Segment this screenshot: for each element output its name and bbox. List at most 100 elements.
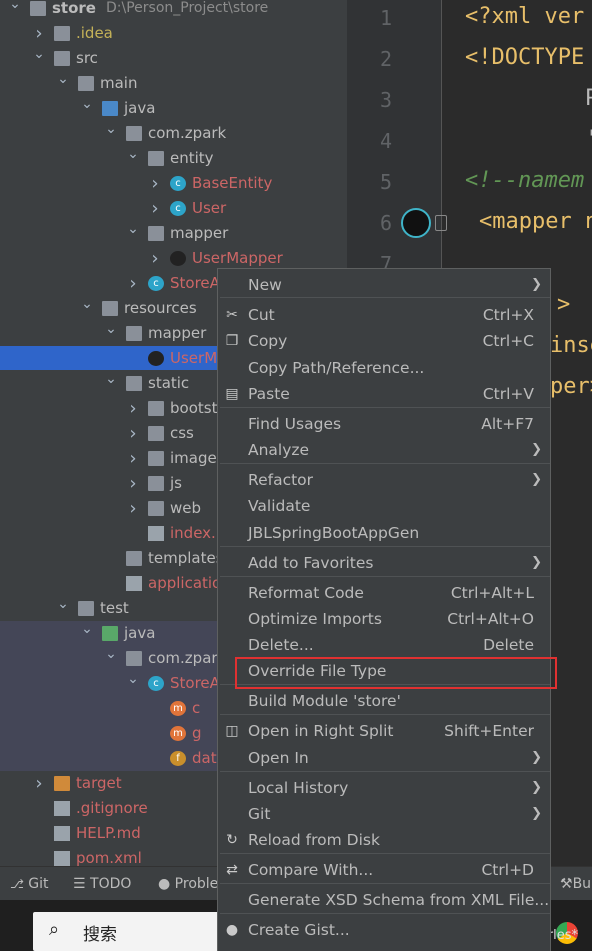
chevron-down-icon[interactable]: ⌄ bbox=[126, 146, 140, 171]
menu-item-label: Cut bbox=[248, 306, 275, 324]
tree-item[interactable]: ⌄ com.zpark bbox=[0, 121, 347, 146]
menu-item[interactable]: Find Usages Alt+F7 bbox=[218, 411, 550, 437]
build-tab[interactable]: ⚒Bu bbox=[560, 867, 591, 901]
menu-item-shortcut: Ctrl+X bbox=[482, 306, 534, 324]
chevron-right-icon[interactable]: › bbox=[148, 246, 162, 271]
line-number: 2 bbox=[379, 47, 392, 71]
chevron-down-icon[interactable]: ⌄ bbox=[126, 671, 140, 696]
git-tab[interactable]: ⎇ Git bbox=[10, 867, 49, 901]
tree-item-label: com.zpark bbox=[148, 649, 227, 667]
mybatis-mapper-icon bbox=[170, 251, 186, 266]
chevron-down-icon[interactable]: ⌄ bbox=[56, 596, 70, 621]
menu-item-label: Delete... bbox=[248, 636, 314, 654]
menu-item[interactable]: Optimize Imports Ctrl+Alt+O bbox=[218, 606, 550, 632]
tree-item[interactable]: ⌄ src bbox=[0, 46, 347, 71]
menu-item[interactable]: ◫ Open in Right Split Shift+Enter bbox=[218, 718, 550, 744]
menu-item[interactable]: Reformat Code Ctrl+Alt+L bbox=[218, 580, 550, 606]
code-fragment: > bbox=[557, 292, 571, 317]
chevron-right-icon[interactable]: › bbox=[32, 21, 46, 46]
context-menu[interactable]: New ❯ ✂ Cut Ctrl+X ❐ Copy Ctrl+C Copy Path/Refer… bbox=[217, 268, 551, 951]
menu-item[interactable]: Open In ❯ bbox=[218, 745, 550, 771]
menu-item[interactable]: Validate bbox=[218, 493, 550, 519]
menu-item[interactable]: ✂ Cut Ctrl+X bbox=[218, 302, 550, 328]
chevron-right-icon[interactable]: › bbox=[126, 446, 140, 471]
tree-item-label: resources bbox=[124, 299, 197, 317]
code-fragment: per> bbox=[550, 374, 592, 399]
tree-item[interactable]: ⌄ entity bbox=[0, 146, 347, 171]
menu-item[interactable]: ❐ Copy Ctrl+C bbox=[218, 328, 550, 354]
tree-item[interactable]: ⌄ main bbox=[0, 71, 347, 96]
line-number: 3 bbox=[379, 88, 392, 112]
chevron-down-icon[interactable]: ⌄ bbox=[104, 646, 118, 671]
spring-app-icon: c bbox=[148, 676, 164, 691]
menu-separator bbox=[220, 463, 550, 464]
tree-item-label: applicatio bbox=[148, 574, 222, 592]
tree-item-label: main bbox=[100, 74, 138, 92]
chevron-down-icon[interactable]: ⌄ bbox=[126, 221, 140, 246]
folder-icon bbox=[148, 501, 164, 516]
code-line: ' bbox=[585, 127, 592, 152]
chevron-right-icon[interactable]: › bbox=[126, 421, 140, 446]
split-icon: ◫ bbox=[225, 723, 239, 739]
tree-item[interactable]: › .idea bbox=[0, 21, 347, 46]
chevron-right-icon[interactable]: › bbox=[126, 471, 140, 496]
menu-item[interactable]: Refactor ❯ bbox=[218, 467, 550, 493]
chevron-down-icon[interactable]: ⌄ bbox=[104, 121, 118, 146]
chevron-right-icon[interactable]: › bbox=[148, 171, 162, 196]
fold-marker-icon[interactable] bbox=[435, 215, 447, 231]
chevron-down-icon[interactable]: ⌄ bbox=[56, 71, 70, 96]
menu-item[interactable]: ⇄ Compare With... Ctrl+D bbox=[218, 857, 550, 883]
chevron-right-icon[interactable]: › bbox=[126, 496, 140, 521]
menu-item[interactable]: Delete... Delete bbox=[218, 632, 550, 658]
menu-item-label: Add to Favorites bbox=[248, 554, 374, 572]
tree-item-label: store bbox=[52, 0, 96, 17]
menu-item[interactable]: ● Create Gist... bbox=[218, 917, 550, 943]
search-icon: ⌕ bbox=[49, 919, 60, 940]
menu-item[interactable]: Build Module 'store' bbox=[218, 688, 550, 714]
folder-icon bbox=[126, 326, 142, 341]
menu-item[interactable]: Copy Path/Reference... bbox=[218, 355, 550, 381]
chevron-down-icon[interactable]: ⌄ bbox=[32, 46, 46, 71]
problems-tab[interactable]: ● Proble bbox=[158, 867, 218, 901]
chevron-right-icon[interactable]: › bbox=[126, 396, 140, 421]
menu-item[interactable]: Analyze ❯ bbox=[218, 437, 550, 463]
chevron-down-icon[interactable]: ⌄ bbox=[80, 296, 94, 321]
menu-item-label: Reformat Code bbox=[248, 584, 364, 602]
chevron-right-icon[interactable]: › bbox=[126, 271, 140, 296]
tree-item[interactable]: › c User bbox=[0, 196, 347, 221]
menu-item[interactable]: New ❯ bbox=[218, 272, 550, 298]
package-icon bbox=[148, 151, 164, 166]
chevron-right-icon[interactable]: › bbox=[32, 771, 46, 796]
mybatis-gutter-icon[interactable] bbox=[401, 208, 431, 238]
taskbar-search[interactable]: ⌕ 搜索 bbox=[33, 912, 233, 951]
problems-icon: ● bbox=[158, 876, 171, 892]
line-number: 5 bbox=[379, 170, 392, 194]
todo-tab[interactable]: ☰ TODO bbox=[73, 867, 131, 901]
tree-item[interactable]: › c BaseEntity bbox=[0, 171, 347, 196]
menu-item[interactable]: JBLSpringBootAppGen bbox=[218, 520, 550, 546]
chevron-down-icon[interactable]: ⌄ bbox=[8, 0, 22, 21]
tree-item-label: java bbox=[124, 624, 156, 642]
tree-item[interactable]: ⌄ store D:\Person_Project\store bbox=[0, 0, 347, 21]
tree-item-label: HELP.md bbox=[76, 824, 141, 842]
chevron-down-icon[interactable]: ⌄ bbox=[80, 621, 94, 646]
chevron-right-icon[interactable]: › bbox=[148, 196, 162, 221]
folder-icon bbox=[78, 76, 94, 91]
menu-item[interactable]: Local History ❯ bbox=[218, 775, 550, 801]
chevron-down-icon[interactable]: ⌄ bbox=[104, 321, 118, 346]
tree-item[interactable]: ⌄ java bbox=[0, 96, 347, 121]
menu-item[interactable]: Git ❯ bbox=[218, 801, 550, 827]
resources-folder-icon bbox=[102, 301, 118, 316]
field-icon: f bbox=[170, 751, 186, 766]
tree-item[interactable]: ⌄ mapper bbox=[0, 221, 347, 246]
menu-item[interactable]: Add to Favorites ❯ bbox=[218, 550, 550, 576]
menu-item[interactable]: ▤ Paste Ctrl+V bbox=[218, 381, 550, 407]
package-icon bbox=[126, 126, 142, 141]
menu-item-label: Compare With... bbox=[248, 861, 374, 879]
chevron-down-icon[interactable]: ⌄ bbox=[80, 96, 94, 121]
folder-icon bbox=[126, 376, 142, 391]
menu-item[interactable]: ↻ Reload from Disk bbox=[218, 827, 550, 853]
folder-icon bbox=[126, 551, 142, 566]
chevron-down-icon[interactable]: ⌄ bbox=[104, 371, 118, 396]
menu-item[interactable]: Generate XSD Schema from XML File... bbox=[218, 887, 550, 913]
